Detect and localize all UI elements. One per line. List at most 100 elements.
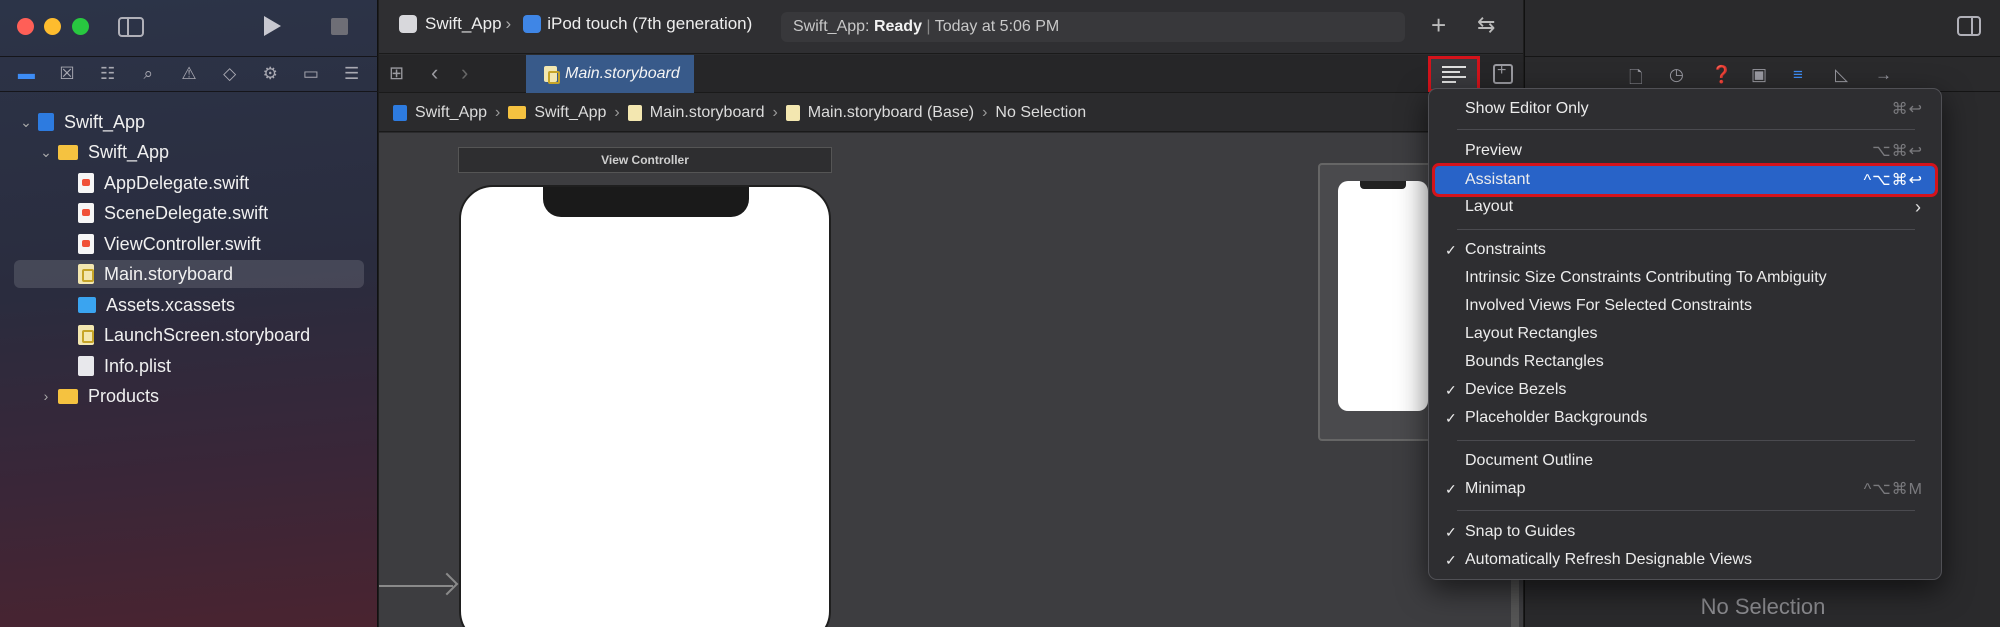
tree-item-file[interactable]: Assets.xcassets bbox=[78, 291, 235, 319]
size-inspector-icon[interactable]: ◺ bbox=[1835, 65, 1848, 85]
report-navigator-icon[interactable]: ☰ bbox=[340, 62, 364, 86]
window-toolbar: Swift_App › iPod touch (7th generation) … bbox=[379, 0, 1523, 54]
editor-options-button[interactable] bbox=[1428, 56, 1480, 92]
checkmark-icon: ✓ bbox=[1445, 523, 1457, 540]
forward-arrow-icon[interactable]: › bbox=[461, 60, 468, 86]
tree-item-file[interactable]: SceneDelegate.swift bbox=[78, 199, 268, 227]
tree-item-file[interactable]: ViewController.swift bbox=[78, 230, 261, 258]
tree-item-group[interactable]: ⌄ Swift_App bbox=[38, 138, 169, 166]
menu-item-involved-views[interactable]: Involved Views For Selected Constraints bbox=[1435, 292, 1935, 320]
identity-inspector-icon[interactable]: ▣ bbox=[1751, 65, 1767, 85]
tree-item-file[interactable]: Main.storyboard bbox=[78, 260, 233, 288]
test-navigator-icon[interactable]: ◇ bbox=[218, 62, 242, 86]
tree-item-label: Assets.xcassets bbox=[106, 294, 236, 315]
find-navigator-icon[interactable]: ⌕ bbox=[136, 62, 160, 86]
menu-item-device-bezels[interactable]: ✓ Device Bezels bbox=[1435, 376, 1935, 404]
menu-item-bounds-rectangles[interactable]: Bounds Rectangles bbox=[1435, 348, 1935, 376]
breadcrumb-file[interactable]: Main.storyboard bbox=[650, 104, 765, 122]
menu-item-assistant[interactable]: Assistant ^⌥⌘↩ bbox=[1432, 163, 1938, 197]
tree-item-project[interactable]: ⌄ Swift_App bbox=[18, 108, 145, 136]
editor-area: Swift_App › iPod touch (7th generation) … bbox=[379, 0, 1523, 627]
chevron-down-icon[interactable]: ⌄ bbox=[18, 114, 34, 131]
connections-inspector-icon[interactable]: → bbox=[1875, 65, 1892, 85]
tab-main-storyboard[interactable]: Main.storyboard bbox=[526, 55, 694, 93]
menu-item-layout-rectangles[interactable]: Layout Rectangles bbox=[1435, 320, 1935, 348]
menu-item-minimap[interactable]: ✓ Minimap ^⌥⌘M bbox=[1435, 475, 1935, 503]
tree-item-file[interactable]: LaunchScreen.storyboard bbox=[78, 321, 310, 349]
menu-item-document-outline[interactable]: Document Outline bbox=[1435, 447, 1935, 475]
breadcrumb-selection[interactable]: No Selection bbox=[995, 104, 1086, 122]
back-arrow-icon[interactable]: ‹ bbox=[431, 60, 438, 86]
breadcrumb-base[interactable]: Main.storyboard (Base) bbox=[808, 104, 974, 122]
stop-icon[interactable] bbox=[331, 18, 348, 35]
symbol-navigator-icon[interactable]: ☷ bbox=[96, 62, 120, 86]
breakpoint-navigator-icon[interactable]: ▭ bbox=[299, 62, 323, 86]
issue-navigator-icon[interactable]: ⚠ bbox=[177, 62, 201, 86]
destination-name[interactable]: iPod touch (7th generation) bbox=[547, 14, 752, 34]
chevron-right-icon: › bbox=[505, 14, 512, 33]
close-window-button[interactable] bbox=[17, 18, 34, 35]
menu-item-snap-to-guides[interactable]: ✓ Snap to Guides bbox=[1435, 518, 1935, 546]
checkmark-icon: ✓ bbox=[1445, 409, 1457, 426]
vertical-scrollbar[interactable] bbox=[1511, 573, 1519, 627]
inspector-tab-bar: 🗋 ◷ ❓ ▣ ≡ ◺ → bbox=[1525, 56, 2000, 92]
asset-catalog-icon bbox=[78, 297, 96, 313]
plist-file-icon bbox=[78, 356, 94, 376]
source-control-navigator-icon[interactable]: ☒ bbox=[55, 62, 79, 86]
chevron-right-icon: › bbox=[982, 103, 988, 121]
breadcrumb-project[interactable]: Swift_App bbox=[415, 104, 487, 122]
debug-navigator-icon[interactable]: ⚙ bbox=[258, 62, 282, 86]
menu-item-preview[interactable]: Preview ⌥⌘↩ bbox=[1435, 137, 1935, 165]
checkmark-icon: ✓ bbox=[1445, 241, 1457, 258]
menu-item-label: Assistant bbox=[1465, 171, 1530, 188]
tree-item-file[interactable]: AppDelegate.swift bbox=[78, 169, 249, 197]
tree-item-label: SceneDelegate.swift bbox=[104, 202, 269, 223]
minimize-window-button[interactable] bbox=[44, 18, 61, 35]
attributes-inspector-icon[interactable]: ≡ bbox=[1793, 65, 1803, 85]
menu-item-auto-refresh-designable[interactable]: ✓ Automatically Refresh Designable Views bbox=[1435, 546, 1935, 574]
menu-item-placeholder-backgrounds[interactable]: ✓ Placeholder Backgrounds bbox=[1435, 404, 1935, 432]
storyboard-file-icon bbox=[544, 66, 560, 84]
scheme-selector[interactable]: Swift_App › iPod touch (7th generation) bbox=[399, 14, 752, 34]
menu-item-label: Layout Rectangles bbox=[1465, 325, 1598, 342]
menu-item-constraints[interactable]: ✓ Constraints bbox=[1435, 236, 1935, 264]
scene-title-bar[interactable]: View Controller bbox=[458, 147, 832, 173]
menu-item-label: Snap to Guides bbox=[1465, 523, 1576, 540]
history-inspector-icon[interactable]: ◷ bbox=[1669, 65, 1684, 85]
menu-item-label: Placeholder Backgrounds bbox=[1465, 409, 1648, 426]
code-review-icon[interactable]: ⇆ bbox=[1477, 12, 1495, 38]
activity-view: Swift_App: Ready | Today at 5:06 PM bbox=[781, 12, 1405, 42]
menu-item-layout[interactable]: Layout › bbox=[1435, 193, 1935, 221]
checkmark-icon: ✓ bbox=[1445, 381, 1457, 398]
tree-item-group[interactable]: › Products bbox=[38, 382, 159, 410]
project-navigator-icon[interactable]: ▬ bbox=[14, 62, 38, 86]
tree-item-label: LaunchScreen.storyboard bbox=[104, 324, 311, 345]
menu-item-show-editor-only[interactable]: Show Editor Only ⌘↩ bbox=[1435, 95, 1935, 123]
library-plus-icon[interactable]: + bbox=[1431, 10, 1446, 41]
toggle-inspector-icon[interactable] bbox=[1957, 16, 1981, 36]
toggle-navigator-icon[interactable] bbox=[118, 17, 144, 37]
view-controller-scene[interactable] bbox=[459, 185, 831, 627]
add-editor-icon[interactable] bbox=[1493, 62, 1513, 84]
tree-item-label: Swift_App bbox=[64, 111, 146, 132]
menu-item-intrinsic-size[interactable]: Intrinsic Size Constraints Contributing … bbox=[1435, 264, 1935, 292]
run-icon[interactable] bbox=[264, 16, 281, 36]
navigator-tab-bar: ▬ ☒ ☷ ⌕ ⚠ ◇ ⚙ ▭ ☰ bbox=[0, 56, 378, 92]
entry-point-arrow-icon[interactable] bbox=[379, 585, 453, 587]
chevron-right-icon: › bbox=[1915, 196, 1921, 217]
breadcrumb-group[interactable]: Swift_App bbox=[534, 104, 606, 122]
editor-tab-bar: ⊞ ‹ › Main.storyboard bbox=[379, 55, 1523, 93]
tree-item-label: ViewController.swift bbox=[104, 233, 261, 254]
swift-file-icon bbox=[78, 173, 94, 193]
help-inspector-icon[interactable]: ❓ bbox=[1711, 65, 1732, 85]
storyboard-canvas[interactable]: View Controller bbox=[379, 133, 1523, 627]
chevron-down-icon[interactable]: ⌄ bbox=[38, 144, 54, 161]
related-items-icon[interactable]: ⊞ bbox=[389, 63, 404, 84]
folder-icon bbox=[58, 388, 78, 404]
zoom-window-button[interactable] bbox=[72, 18, 89, 35]
app-scheme-icon bbox=[399, 15, 417, 33]
checkmark-icon: ✓ bbox=[1445, 480, 1457, 497]
menu-separator bbox=[1457, 129, 1915, 130]
tree-item-file[interactable]: Info.plist bbox=[78, 352, 171, 380]
chevron-right-icon[interactable]: › bbox=[38, 388, 54, 404]
